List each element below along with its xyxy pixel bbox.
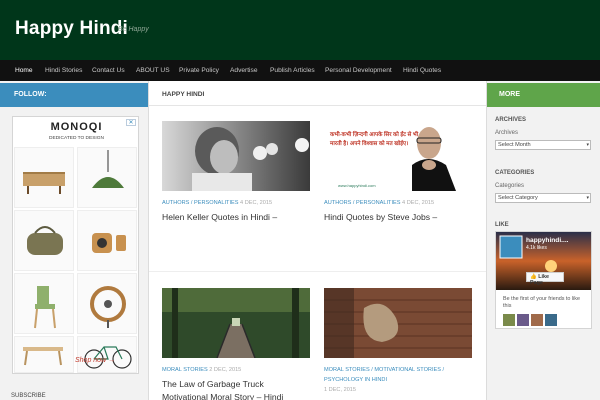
nav-item-personal-development[interactable]: Personal Development — [325, 60, 392, 81]
main-heading: HAPPY HINDI — [162, 91, 205, 98]
heading-divider — [149, 105, 486, 106]
post-title[interactable]: Helen Keller Quotes in Hindi – — [162, 212, 277, 222]
ad-logo: MONOQI — [50, 121, 103, 133]
site-tagline: Be Happy — [118, 26, 149, 33]
post-category-text[interactable]: MORAL STORIES / MOTIVATIONAL STORIES / — [324, 367, 444, 373]
nav-item-contact-us[interactable]: Contact Us — [92, 60, 125, 81]
monoqi-ad[interactable]: ✕ MONOQI DEDICATED TO DESIGN Shop now → — [12, 116, 139, 374]
categories-select-value: Select Category — [498, 195, 538, 201]
forest-bridge-photo — [162, 288, 310, 358]
categories-select[interactable]: Select Category ▾ — [495, 193, 591, 203]
post-date: 2 DEC, 2015 — [209, 367, 242, 373]
post-title[interactable]: The Law of Garbage Truck — [162, 379, 264, 389]
friend-avatar[interactable] — [503, 314, 515, 326]
friend-avatar[interactable] — [531, 314, 543, 326]
right-sidebar: MORE ARCHIVES Archives Select Month ▾ CA… — [486, 81, 600, 400]
site-title[interactable]: Happy Hindi — [15, 18, 128, 40]
fb-cover-image: happyhindi.... 4.1k likes 👍 Like Page — [496, 232, 591, 290]
post-categories[interactable]: MORAL STORIES 2 DEC, 2015 — [162, 367, 241, 373]
quote-url: www.happyhindi.com — [338, 183, 376, 188]
post-date: 1 DEC, 2015 — [324, 387, 357, 393]
pendant-lamp-icon — [92, 150, 124, 188]
nav-item-advertise[interactable]: Advertise — [230, 60, 258, 81]
facebook-like-box[interactable]: happyhindi.... 4.1k likes 👍 Like Page Be… — [495, 231, 592, 329]
subscribe-heading: SUBSCRIBE — [11, 393, 46, 399]
ad-product-bicycle[interactable] — [77, 336, 137, 373]
categories-label: Categories — [495, 183, 525, 189]
sideboard-icon — [23, 172, 65, 194]
archives-label: Archives — [495, 130, 519, 136]
follow-bar: FOLLOW: — [0, 83, 148, 107]
post-title[interactable]: Hindi Quotes by Steve Jobs – — [324, 212, 437, 222]
ad-product-sideboard[interactable] — [14, 147, 74, 208]
archives-select-value: Select Month — [498, 142, 531, 148]
ad-product-chair[interactable] — [14, 273, 74, 334]
nav-item-hindi-stories[interactable]: Hindi Stories — [45, 60, 82, 81]
post-thumb-brick-wall[interactable] — [324, 288, 472, 358]
post-date-row: 1 DEC, 2015 — [324, 387, 356, 393]
helen-keller-photo — [162, 121, 310, 191]
fb-page-name[interactable]: happyhindi.... — [526, 237, 569, 244]
main-nav: Home Hindi Stories Contact Us ABOUT US P… — [0, 60, 600, 81]
chevron-down-icon: ▾ — [586, 142, 589, 148]
left-sidebar: FOLLOW: ✕ MONOQI DEDICATED TO DESIGN Sho… — [0, 81, 149, 400]
ad-product-bag[interactable] — [14, 210, 74, 271]
main-content: HAPPY HINDI AUTHORS / PERSONALITIES 4 DE… — [149, 81, 486, 400]
bicycle-icon — [84, 346, 132, 369]
post-thumb-steve-jobs[interactable]: कभी-कभी ज़िन्दगी आपके सिर को ईंट से भी म… — [324, 121, 472, 191]
nav-item-hindi-quotes[interactable]: Hindi Quotes — [403, 60, 441, 81]
nav-item-publish-articles[interactable]: Publish Articles — [270, 60, 315, 81]
like-title: LIKE — [495, 222, 509, 228]
chair-icon — [34, 286, 56, 329]
ad-product-speaker[interactable] — [77, 210, 137, 271]
post-date: 4 DEC, 2015 — [402, 200, 435, 206]
categories-title: CATEGORIES — [495, 170, 535, 176]
post-title-line2[interactable]: Motivational Moral Story – Hindi — [162, 392, 283, 400]
fb-like-button[interactable]: 👍 Like Page — [526, 272, 564, 286]
archives-title: ARCHIVES — [495, 117, 527, 123]
nav-item-about-us[interactable]: ABOUT US — [136, 60, 170, 81]
ad-product-fan[interactable] — [77, 273, 137, 334]
post-categories-line2[interactable]: PSYCHOLOGY IN HINDI — [324, 377, 387, 383]
table-icon — [23, 347, 63, 366]
ad-shop-now[interactable]: Shop now → — [75, 357, 115, 364]
ad-product-lamp[interactable] — [77, 147, 137, 208]
archives-select[interactable]: Select Month ▾ — [495, 140, 591, 150]
quote-text: कभी-कभी ज़िन्दगी आपके सिर को ईंट से भी म… — [330, 132, 419, 147]
more-bar: MORE — [487, 83, 600, 107]
post-thumb-garbage-truck[interactable] — [162, 288, 310, 358]
ad-subtitle: DEDICATED TO DESIGN — [49, 136, 104, 141]
post-date: 4 DEC, 2015 — [240, 200, 273, 206]
fb-friends-text: Be the first of your friends to like thi… — [503, 296, 581, 309]
post-category-text[interactable]: AUTHORS / PERSONALITIES — [324, 200, 400, 206]
nav-item-private-policy[interactable]: Private Policy — [179, 60, 219, 81]
brick-wall-photo — [324, 288, 472, 358]
speaker-icon — [92, 233, 126, 253]
post-categories[interactable]: MORAL STORIES / MOTIVATIONAL STORIES / — [324, 367, 444, 373]
fan-icon — [90, 286, 126, 328]
site-header: Happy Hindi Be Happy — [0, 0, 600, 60]
post-category-text[interactable]: PSYCHOLOGY IN HINDI — [324, 377, 387, 383]
nav-item-home[interactable]: Home — [15, 60, 33, 81]
friend-avatar[interactable] — [545, 314, 557, 326]
post-categories[interactable]: AUTHORS / PERSONALITIES 4 DEC, 2015 — [162, 200, 272, 206]
friend-avatar[interactable] — [517, 314, 529, 326]
post-category-text[interactable]: AUTHORS / PERSONALITIES — [162, 200, 238, 206]
post-categories[interactable]: AUTHORS / PERSONALITIES 4 DEC, 2015 — [324, 200, 434, 206]
ad-product-table[interactable] — [14, 336, 74, 373]
post-category-text[interactable]: MORAL STORIES — [162, 367, 208, 373]
grid-divider — [149, 271, 486, 272]
duffel-bag-icon — [27, 226, 63, 255]
fb-likes-count: 4.1k likes — [526, 245, 547, 251]
chevron-down-icon: ▾ — [586, 195, 589, 201]
post-thumb-helen-keller[interactable] — [162, 121, 310, 191]
